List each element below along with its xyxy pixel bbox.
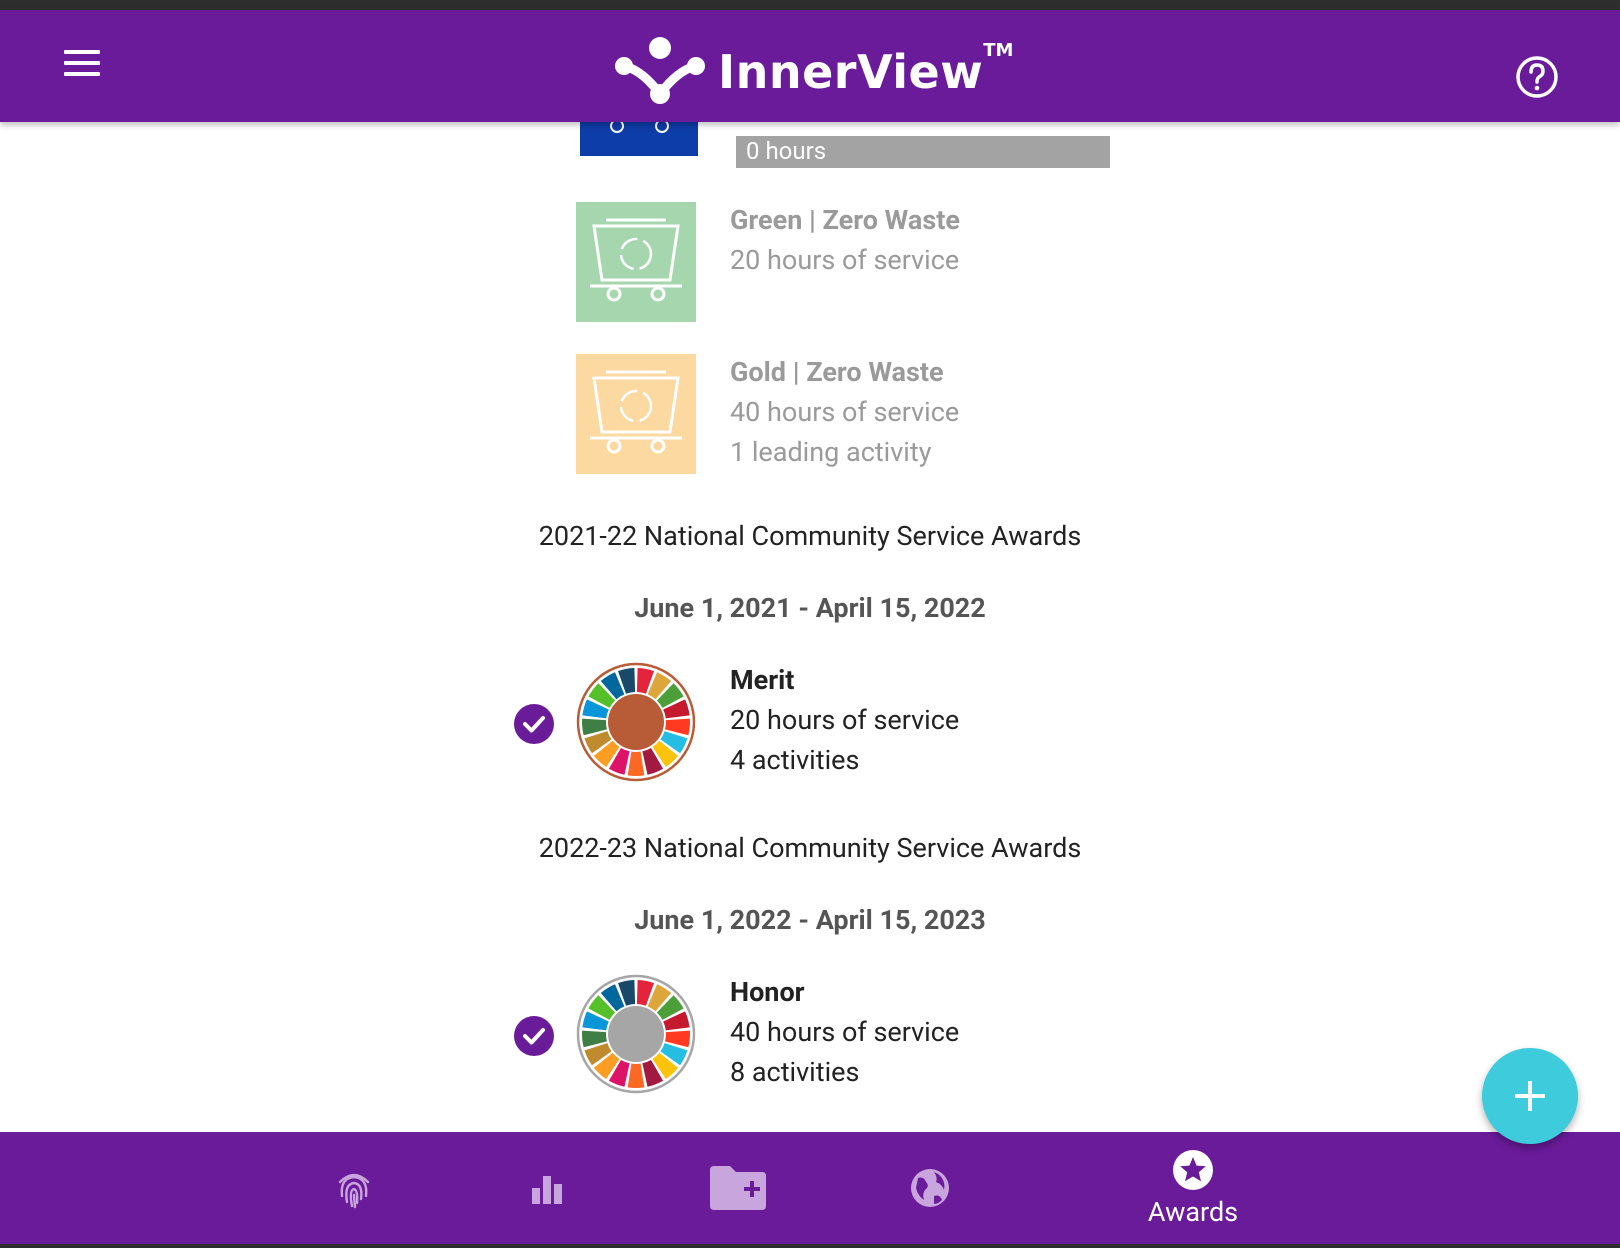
nav-awards[interactable]: Awards: [1130, 1132, 1256, 1244]
section-date-range: June 1, 2021 - April 15, 2022: [634, 592, 986, 624]
award-row: Gold | Zero Waste 40 hours of service 1 …: [0, 354, 1620, 474]
trademark-symbol: TM: [983, 40, 1014, 61]
award-row: Merit 20 hours of service 4 activities: [0, 662, 1620, 782]
wheel-center: [608, 694, 664, 750]
hours-progress-label: 0 hours: [746, 137, 827, 165]
nav-awards-label: Awards: [1147, 1196, 1239, 1228]
award-requirement: 4 activities: [730, 744, 860, 776]
nav-fingerprint[interactable]: [322, 1132, 386, 1244]
status-strip: [0, 0, 1620, 10]
app-bar: InnerView TM: [0, 10, 1620, 122]
help-circle-icon[interactable]: [1512, 52, 1562, 102]
award-requirement: 40 hours of service: [730, 396, 960, 428]
award-requirement: 20 hours of service: [730, 704, 960, 736]
award-row: Green | Zero Waste 20 hours of service: [0, 202, 1620, 322]
add-activity-button[interactable]: [1482, 1048, 1578, 1144]
awards-list: 0 hours Green | Zero Waste 20 hours of s…: [0, 122, 1620, 1132]
award-title: Gold | Zero Waste: [730, 356, 944, 388]
fingerprint-icon: [338, 1173, 370, 1209]
zero-waste-green-badge: [576, 202, 696, 322]
nav-explore[interactable]: [898, 1132, 962, 1244]
award-requirement: 20 hours of service: [730, 244, 960, 276]
hamburger-menu-icon[interactable]: [60, 46, 104, 86]
award-title: Honor: [730, 976, 805, 1008]
award-requirement: 40 hours of service: [730, 1016, 960, 1048]
innerview-logo-icon: [615, 37, 705, 104]
hours-progress-bar: 0 hours: [736, 136, 1110, 168]
bar-chart-icon: [532, 1176, 562, 1204]
award-title: Merit: [730, 664, 795, 696]
folder-add-icon: [710, 1166, 766, 1210]
star-circle-icon: [1173, 1150, 1213, 1190]
award-requirement: 8 activities: [730, 1056, 860, 1088]
merit-award-wheel-icon: [576, 662, 696, 782]
app-logo: InnerView TM: [612, 32, 1013, 112]
section-title: 2022-23 National Community Service Award…: [538, 832, 1082, 864]
achieved-check-icon: [514, 704, 554, 744]
section-title: 2021-22 National Community Service Award…: [538, 520, 1082, 552]
zero-waste-gold-badge: [576, 354, 696, 474]
award-requirement: 1 leading activity: [730, 436, 932, 468]
globe-icon: [911, 1169, 949, 1207]
section-date-range: June 1, 2022 - April 15, 2023: [634, 904, 986, 936]
award-title: Green | Zero Waste: [730, 204, 960, 236]
honor-award-wheel-icon: [576, 974, 696, 1094]
nav-portfolio[interactable]: [704, 1132, 772, 1244]
app-title: InnerView: [718, 45, 984, 99]
award-row: Honor 40 hours of service 8 activities: [0, 974, 1620, 1094]
achieved-check-icon: [514, 1016, 554, 1056]
zero-waste-blue-badge: [580, 122, 698, 156]
nav-stats[interactable]: [514, 1132, 578, 1244]
wheel-center: [608, 1006, 664, 1062]
award-row-partial: 0 hours: [0, 122, 1620, 182]
bottom-navigation: Awards: [0, 1132, 1620, 1244]
system-bar: [0, 1244, 1620, 1248]
